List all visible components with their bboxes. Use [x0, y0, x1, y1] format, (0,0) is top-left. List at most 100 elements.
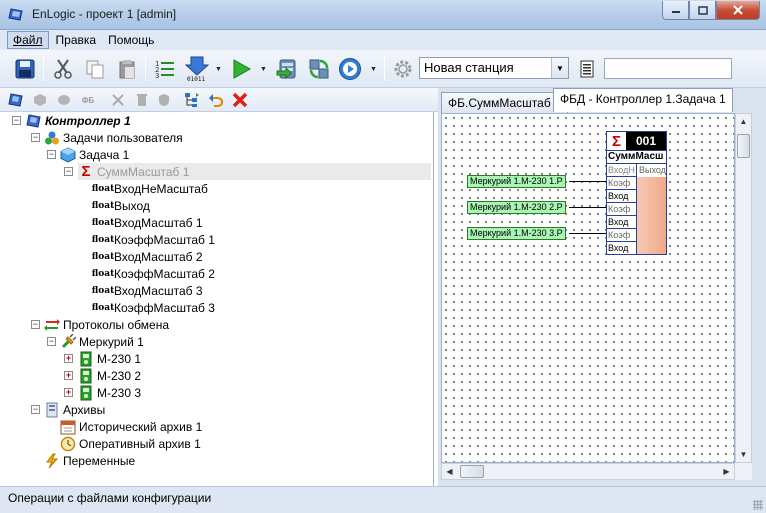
vertical-scroll-thumb[interactable] — [737, 134, 750, 158]
expand-mercury-toggle[interactable]: − — [47, 337, 56, 346]
tab-fb-summ[interactable]: ФБ.СуммМасштаб 1 — [441, 92, 568, 113]
play-dropdown-icon[interactable]: ▼ — [370, 66, 377, 73]
server-button[interactable] — [274, 56, 300, 82]
scroll-up-icon[interactable]: ▲ — [736, 114, 751, 129]
run-button[interactable] — [228, 56, 254, 82]
tree-move-button[interactable] — [184, 92, 200, 108]
fb-input-port[interactable]: Вход — [607, 189, 636, 202]
tree-item-protocols[interactable]: Протоколы обмена — [44, 316, 169, 333]
variable-label[interactable]: Меркурий 1.М-230 2.P — [467, 201, 566, 214]
tree-item-mercury[interactable]: Меркурий 1 — [60, 333, 144, 350]
chevron-down-icon[interactable]: ▼ — [551, 58, 568, 78]
fb-input-port[interactable]: Вход — [607, 215, 636, 228]
menu-help[interactable]: Помощь — [103, 32, 159, 48]
settings-button[interactable] — [390, 56, 416, 82]
tree-item-historical-archive[interactable]: Исторический архив 1 — [60, 418, 202, 435]
shield-button[interactable] — [156, 92, 172, 108]
app-logo-icon — [8, 8, 23, 21]
fb-input-port[interactable]: Коэф — [607, 228, 636, 241]
variable-label[interactable]: Меркурий 1.М-230 3.P — [467, 227, 566, 240]
maximize-icon — [697, 5, 708, 15]
tree-item-var[interactable]: float КоэффМасштаб 2 — [92, 265, 215, 282]
tree-item-device[interactable]: М-230 3 — [78, 384, 141, 401]
tree-item-operative-archive[interactable]: Оперативный архив 1 — [60, 435, 201, 452]
fbd-canvas[interactable] — [441, 113, 735, 463]
minimize-button[interactable] — [662, 1, 689, 20]
expand-device-toggle[interactable]: + — [64, 388, 73, 397]
expand-protocols-toggle[interactable]: − — [31, 320, 40, 329]
notes-button[interactable] — [574, 56, 600, 82]
fb-output-port[interactable]: Выход — [637, 164, 666, 177]
menu-edit[interactable]: Правка — [51, 32, 102, 48]
disconnect-button[interactable] — [110, 92, 126, 108]
cut-button[interactable] — [50, 56, 76, 82]
fb-input-port[interactable]: Вход — [607, 241, 636, 254]
shape-button[interactable] — [56, 92, 72, 108]
function-block[interactable]: Σ 001 СуммМасш ВходН Коэф Вход Коэф Вход… — [606, 131, 667, 255]
tree-item-var[interactable]: float ВходМасштаб 1 — [92, 214, 203, 231]
scroll-left-icon[interactable]: ◀ — [442, 464, 457, 479]
undo-icon — [209, 94, 224, 107]
disconnect-icon — [112, 94, 124, 106]
hexagon-icon — [34, 94, 46, 106]
copy-button[interactable] — [82, 56, 108, 82]
undo-button[interactable] — [208, 92, 224, 108]
numbered-list-button[interactable]: 1 2 3 — [152, 56, 178, 82]
horizontal-scroll-thumb[interactable] — [460, 465, 484, 478]
menu-file[interactable]: Файл — [7, 31, 49, 49]
tree-item-user-tasks[interactable]: Задачи пользователя — [44, 129, 183, 146]
scroll-right-icon[interactable]: ▶ — [719, 464, 734, 479]
station-select[interactable]: Новая станция ▼ — [419, 57, 569, 79]
vertical-scrollbar[interactable]: ▲ ▼ — [735, 113, 752, 463]
fb-button[interactable]: ФБ — [78, 92, 98, 108]
paste-icon — [119, 60, 135, 79]
sigma-icon: Σ — [81, 163, 91, 180]
hexagon-button[interactable] — [32, 92, 48, 108]
delete-button[interactable] — [232, 92, 248, 108]
compile-download-button[interactable]: 01011 — [184, 56, 210, 82]
connect-button[interactable] — [306, 56, 332, 82]
variable-label[interactable]: Меркурий 1.М-230 1.P — [467, 175, 566, 188]
tree-item-variables[interactable]: Переменные — [44, 452, 135, 469]
compile-dropdown-icon[interactable]: ▼ — [215, 66, 222, 73]
tree-item-var[interactable]: float КоэффМасштаб 3 — [92, 299, 215, 316]
tree-item-task-1[interactable]: Задача 1 — [60, 146, 129, 163]
expand-root-toggle[interactable]: − — [12, 116, 21, 125]
resize-grip-icon[interactable] — [753, 500, 763, 510]
close-button[interactable] — [716, 1, 760, 20]
expand-fb-toggle[interactable]: − — [64, 167, 73, 176]
tree-item-var[interactable]: float КоэффМасштаб 1 — [92, 231, 215, 248]
add-controller-button[interactable] — [8, 92, 24, 108]
expand-task-toggle[interactable]: − — [47, 150, 56, 159]
tree-item-fb-summ[interactable]: Σ СуммМасштаб 1 — [78, 163, 431, 180]
maximize-button[interactable] — [689, 1, 716, 20]
tree-item-device[interactable]: М-230 2 — [78, 367, 141, 384]
tree-move-icon — [185, 93, 199, 107]
run-dropdown-icon[interactable]: ▼ — [260, 66, 267, 73]
expand-archives-toggle[interactable]: − — [31, 405, 40, 414]
fb-input-port[interactable]: Коэф — [607, 202, 636, 215]
tree-item-var[interactable]: float ВходМасштаб 2 — [92, 248, 203, 265]
expand-tasks-toggle[interactable]: − — [31, 133, 40, 142]
fb-input-port[interactable]: Коэф — [607, 176, 636, 189]
tree-item-var[interactable]: float ВходМасштаб 3 — [92, 282, 203, 299]
tree-item-label: М-230 1 — [97, 351, 142, 366]
tree-item-controller[interactable]: Контроллер 1 — [26, 112, 131, 129]
scroll-down-icon[interactable]: ▼ — [736, 447, 751, 462]
tree-item-var[interactable]: float ВходНеМасштаб — [91, 180, 208, 197]
float-var-icon: float — [91, 183, 115, 194]
expand-device-toggle[interactable]: + — [64, 354, 73, 363]
tree-item-archives[interactable]: Архивы — [44, 401, 105, 418]
search-input[interactable] — [604, 58, 732, 79]
trash-button[interactable] — [134, 92, 150, 108]
tab-fbd-controller[interactable]: ФБД - Контроллер 1.Задача 1 — [553, 88, 733, 112]
play-button[interactable] — [337, 56, 363, 82]
tree-item-var[interactable]: float Выход — [92, 197, 150, 214]
menu-bar: Файл Правка Помощь — [0, 30, 766, 50]
expand-device-toggle[interactable]: + — [64, 371, 73, 380]
paste-button[interactable] — [114, 56, 140, 82]
horizontal-scrollbar[interactable]: ◀ ▶ — [441, 463, 735, 480]
tree-item-device[interactable]: М-230 1 — [78, 350, 141, 367]
save-button[interactable] — [12, 56, 38, 82]
fb-input-port[interactable]: ВходН — [607, 163, 636, 176]
